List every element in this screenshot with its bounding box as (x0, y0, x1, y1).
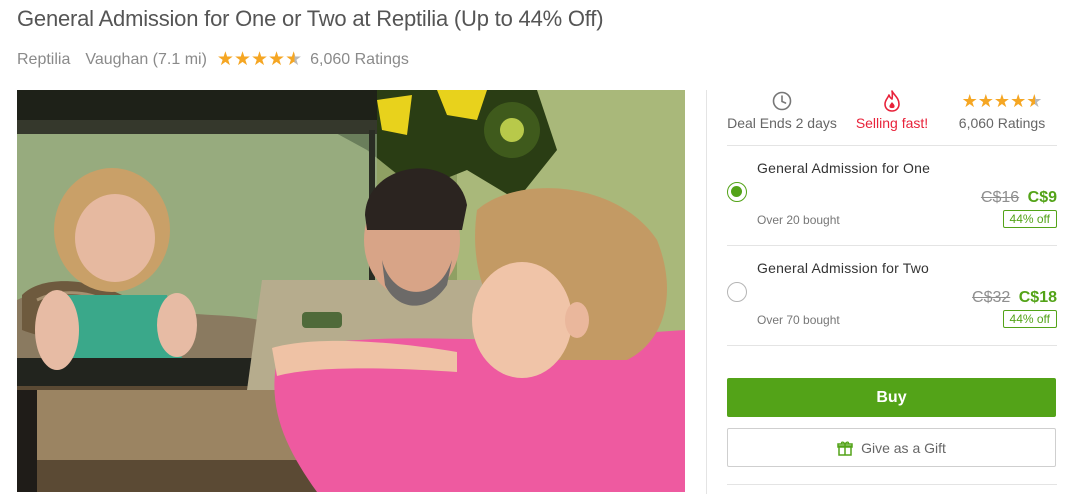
option-title: General Admission for One (757, 160, 931, 176)
option-radio[interactable] (727, 282, 747, 302)
deal-options-panel: Deal Ends 2 days Selling fast! ★ ★ ★ ★ ★ (706, 90, 1074, 494)
ratings-info[interactable]: ★ ★ ★ ★ ★ 6,060 Ratings (947, 90, 1057, 145)
star-icon: ★ (233, 49, 251, 70)
deal-photo (17, 90, 685, 492)
sale-price: C$18 (1018, 289, 1057, 306)
discount-badge: 44% off (1002, 310, 1057, 328)
option-title: General Admission for Two (757, 260, 930, 276)
merchant-link[interactable]: Reptilia (17, 51, 70, 69)
sale-price: C$9 (1027, 189, 1057, 206)
half-star-icon: ★ (1026, 91, 1043, 111)
star-icon: ★ (251, 49, 269, 70)
star-icon: ★ (993, 91, 1011, 111)
star-icon: ★ (1010, 91, 1027, 111)
selling-fast-info: Selling fast! (837, 90, 947, 145)
star-icon: ★ (977, 91, 994, 111)
location-link[interactable]: Vaughan (7.1 mi) (85, 51, 207, 69)
option-admission-one[interactable]: General Admission for One C$16 C$9 Over … (727, 146, 1057, 246)
flame-icon (884, 90, 900, 112)
star-icon: ★ (216, 49, 234, 70)
original-price: C$32 (972, 289, 1011, 306)
bought-count: Over 70 bought (757, 313, 840, 327)
option-admission-two[interactable]: General Admission for Two C$32 C$18 Over… (727, 246, 1057, 346)
deal-title: General Admission for One or Two at Rept… (17, 6, 604, 31)
deal-ends-text: Deal Ends 2 days (727, 115, 837, 131)
half-star-icon: ★ (285, 49, 303, 70)
selling-fast-text: Selling fast! (855, 115, 929, 131)
divider (727, 484, 1057, 485)
deal-ends-info: Deal Ends 2 days (727, 90, 837, 145)
gift-icon (837, 440, 853, 456)
discount-badge: 44% off (1002, 210, 1057, 228)
option-prices: C$32 C$18 (972, 289, 1057, 307)
ratings-count-text: 6,060 Ratings (958, 115, 1046, 131)
star-icon: ★ (961, 91, 978, 111)
gift-label: Give as a Gift (861, 439, 946, 456)
buy-button[interactable]: Buy (727, 378, 1056, 417)
rating-stars: ★ ★ ★ ★ ★ (962, 92, 1043, 110)
option-radio[interactable] (727, 182, 747, 202)
deal-meta: Reptilia Vaughan (7.1 mi) ★ ★ ★ ★ ★ 6,06… (17, 50, 409, 69)
original-price: C$16 (980, 189, 1020, 206)
ratings-count-link[interactable]: 6,060 Ratings (310, 51, 409, 69)
clock-icon (772, 91, 792, 111)
option-prices: C$16 C$9 (981, 189, 1057, 207)
rating-stars: ★ ★ ★ ★ ★ (217, 50, 302, 69)
give-as-gift-button[interactable]: Give as a Gift (727, 428, 1056, 467)
bought-count: Over 20 bought (757, 213, 840, 227)
star-icon: ★ (268, 49, 286, 70)
deal-info-bar: Deal Ends 2 days Selling fast! ★ ★ ★ ★ ★ (727, 90, 1057, 146)
